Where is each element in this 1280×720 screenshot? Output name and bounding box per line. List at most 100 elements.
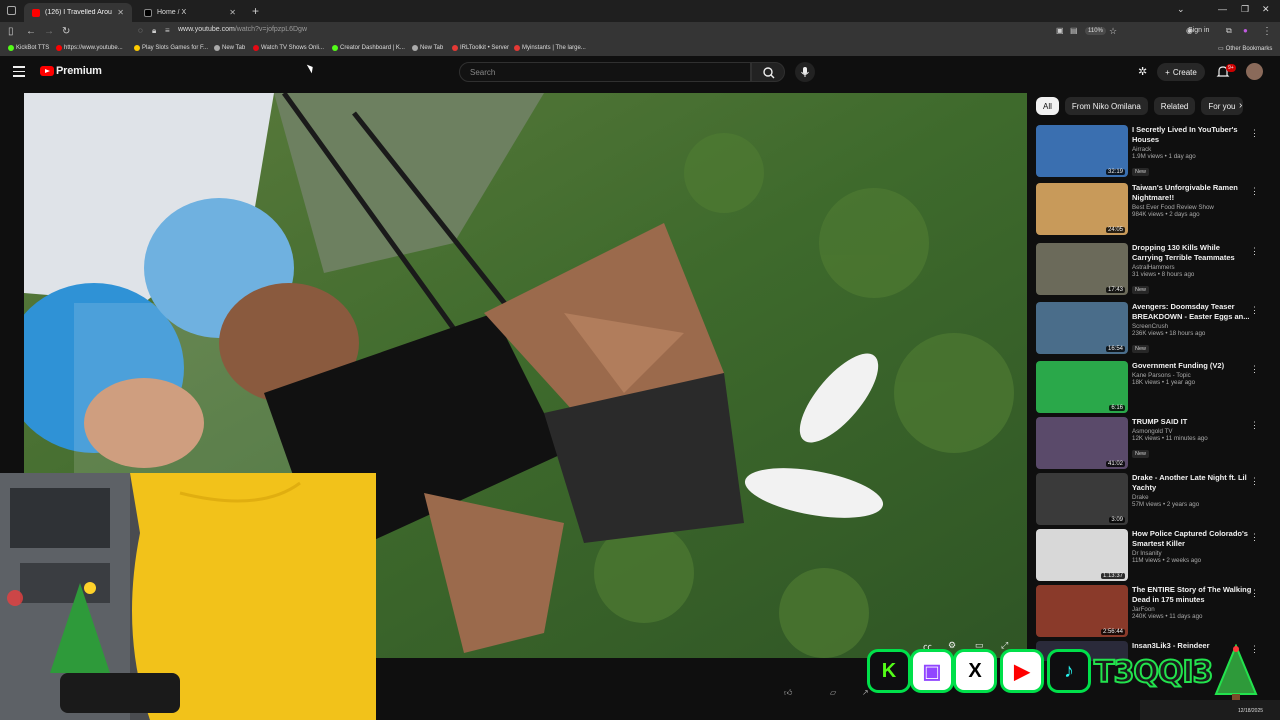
voice-search-button[interactable] (795, 62, 815, 82)
bookmark-item[interactable]: Myinstants | The large... (514, 45, 586, 51)
video-thumbnail[interactable]: 2:56:44 (1036, 585, 1128, 637)
video-thumbnail[interactable]: 24:05 (1036, 183, 1128, 235)
video-thumbnail[interactable]: 6:16 (1036, 361, 1128, 413)
shield-icon[interactable]: ◌ (138, 26, 143, 35)
list-item[interactable]: 41:02 TRUMP SAID IT Asmongold TV 12K views… (1036, 417, 1264, 469)
tab-youtube[interactable]: (126) I Travelled Around The Er... ✕ (24, 3, 132, 22)
forward-arrow-icon[interactable]: → (44, 26, 54, 37)
reload-icon[interactable]: ↻ (62, 26, 70, 37)
cast-icon[interactable]: ✲ (1138, 65, 1147, 78)
search-button[interactable] (751, 62, 785, 82)
sidebar-toggle-icon[interactable]: ▯ (8, 26, 14, 37)
list-item[interactable]: 16:54 Avengers: Doomsday Teaser BREAKDOW… (1036, 302, 1264, 354)
chip-for-you[interactable]: For you (1201, 97, 1243, 115)
more-options-icon[interactable]: ⋮ (1250, 186, 1259, 197)
video-title[interactable]: I Secretly Lived In YouTuber's Houses (1132, 125, 1252, 145)
video-title[interactable]: The ENTIRE Story of The Walking Dead in … (1132, 585, 1252, 605)
create-button[interactable]: + Create (1157, 63, 1205, 81)
fullscreen-icon[interactable]: ⤢ (1001, 640, 1008, 651)
more-options-icon[interactable]: ⋮ (1250, 588, 1259, 599)
menu-icon[interactable] (13, 66, 25, 80)
youtube-logo-icon[interactable] (40, 66, 54, 76)
share-icon[interactable]: ↗ (862, 688, 869, 697)
bookmark-item[interactable]: KickBot TTS (8, 45, 49, 51)
back-arrow-icon[interactable]: ← (26, 26, 36, 37)
lock-icon[interactable]: 🔒︎ (152, 26, 156, 36)
dislike-icon[interactable]: ▱ (830, 688, 836, 697)
screenshot-icon[interactable]: ▣ (1056, 26, 1064, 35)
more-options-icon[interactable]: ⋮ (1250, 246, 1259, 257)
other-bookmarks[interactable]: ▭ Other Bookmarks (1218, 45, 1272, 53)
chip-related[interactable]: Related (1153, 97, 1196, 115)
reader-icon[interactable]: ▤ (1070, 26, 1078, 35)
channel-name[interactable]: Kane Parsons - Topic (1132, 372, 1252, 379)
list-item[interactable]: 32:19 I Secretly Lived In YouTuber's Hou… (1036, 125, 1264, 177)
channel-name[interactable]: Airrack (1132, 146, 1252, 153)
video-thumbnail[interactable]: 17:43 (1036, 243, 1128, 295)
chevron-right-icon[interactable]: › (1239, 100, 1242, 111)
list-item[interactable]: 17:43 Dropping 130 Kills While Carrying … (1036, 243, 1264, 295)
bookmark-item[interactable]: Play Slots Games for F... (134, 45, 208, 51)
list-item[interactable]: 2:56:44 The ENTIRE Story of The Walking … (1036, 585, 1264, 637)
settings-gear-icon[interactable]: ⚙ (948, 640, 956, 651)
bookmark-item[interactable]: IRLToolkit • Server (452, 45, 509, 51)
bookmark-item[interactable]: https://www.youtube... (56, 45, 123, 51)
tab-actions-icon[interactable] (7, 6, 16, 15)
bookmark-item[interactable]: Watch TV Shows Onli... (253, 45, 324, 51)
youtube-brand[interactable]: Premium (56, 65, 102, 77)
more-options-icon[interactable]: ⋮ (1250, 420, 1259, 431)
video-title[interactable]: Government Funding (V2) (1132, 361, 1252, 371)
site-settings-icon[interactable]: ≡ (165, 26, 170, 35)
like-icon[interactable]: 👍︎ (784, 688, 792, 698)
sign-in-button[interactable]: Sign in (1188, 27, 1209, 34)
minimize-icon[interactable]: — (1218, 4, 1227, 14)
new-tab-icon[interactable]: + (252, 4, 259, 18)
zoom-level[interactable]: 110% (1085, 27, 1106, 35)
more-options-icon[interactable]: ⋮ (1250, 305, 1259, 316)
address-bar[interactable]: www.youtube.com/watch?v=jofpzpL6Dgw (178, 26, 307, 33)
channel-name[interactable]: Dr Insanity (1132, 550, 1252, 557)
list-item[interactable]: 6:16 Government Funding (V2) Kane Parsons… (1036, 361, 1264, 413)
avatar[interactable] (1246, 63, 1263, 80)
video-thumbnail[interactable]: 16:54 (1036, 302, 1128, 354)
chip-all[interactable]: All (1036, 97, 1059, 115)
search-input[interactable]: Search (459, 62, 751, 82)
video-title[interactable]: Drake - Another Late Night ft. Lil Yacht… (1132, 473, 1252, 493)
video-title[interactable]: How Police Captured Colorado's Smartest … (1132, 529, 1252, 549)
video-title[interactable]: TRUMP SAID IT (1132, 417, 1252, 427)
close-tab-icon[interactable]: ✕ (229, 8, 236, 17)
close-window-icon[interactable]: ✕ (1262, 4, 1270, 15)
video-title[interactable]: Avengers: Doomsday Teaser BREAKDOWN - Ea… (1132, 302, 1252, 322)
video-thumbnail[interactable]: 41:02 (1036, 417, 1128, 469)
close-tab-icon[interactable]: ✕ (117, 8, 124, 17)
list-item[interactable]: 24:05 Taiwan's Unforgivable Ramen Nightm… (1036, 183, 1264, 235)
bookmark-item[interactable]: Creator Dashboard | K... (332, 45, 405, 51)
video-title[interactable]: Taiwan's Unforgivable Ramen Nightmare!! (1132, 183, 1252, 203)
channel-name[interactable]: AstralHammers (1132, 264, 1252, 271)
bookmark-item[interactable]: New Tab (214, 45, 245, 51)
profile-icon[interactable]: ● (1243, 26, 1248, 35)
chip-from-channel[interactable]: From Niko Omilana (1064, 97, 1148, 115)
maximize-icon[interactable]: ❐ (1241, 4, 1249, 15)
video-title[interactable]: Dropping 130 Kills While Carrying Terrib… (1132, 243, 1252, 263)
channel-name[interactable]: JarFoon (1132, 606, 1252, 613)
menu-icon[interactable]: ⋮ (1262, 26, 1272, 37)
channel-name[interactable]: ScreenCrush (1132, 323, 1252, 330)
extensions-icon[interactable]: ⧉ (1226, 26, 1232, 36)
channel-name[interactable]: Best Ever Food Review Show (1132, 204, 1252, 211)
more-options-icon[interactable]: ⋮ (1250, 532, 1259, 543)
tab-search-icon[interactable]: ⌄ (1177, 4, 1185, 15)
more-options-icon[interactable]: ⋮ (1250, 364, 1259, 375)
bookmark-item[interactable]: New Tab (412, 45, 443, 51)
star-icon[interactable]: ☆ (1109, 26, 1117, 37)
tab-x-home[interactable]: Home / X ✕ (136, 3, 244, 22)
video-thumbnail[interactable]: 1:13:37 (1036, 529, 1128, 581)
miniplayer-icon[interactable]: ▭ (975, 640, 984, 651)
channel-name[interactable]: Drake (1132, 494, 1252, 501)
more-options-icon[interactable]: ⋮ (1250, 476, 1259, 487)
channel-name[interactable]: Asmongold TV (1132, 428, 1252, 435)
video-thumbnail[interactable]: 3:09 (1036, 473, 1128, 525)
video-thumbnail[interactable]: 32:19 (1036, 125, 1128, 177)
list-item[interactable]: 1:13:37 How Police Captured Colorado's S… (1036, 529, 1264, 581)
more-options-icon[interactable]: ⋮ (1250, 128, 1259, 139)
